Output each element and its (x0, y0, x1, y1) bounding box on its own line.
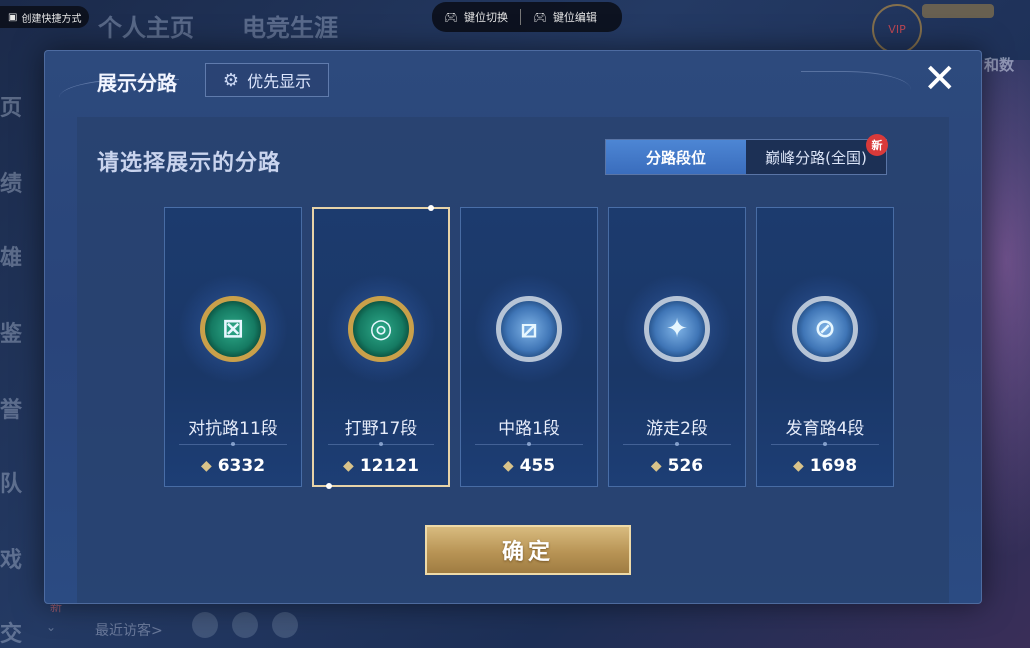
lane-score-value: 12121 (359, 456, 419, 476)
close-icon[interactable]: ✕ (923, 59, 957, 99)
lane-rank-label: 发育路4段 (785, 419, 865, 439)
key-switch-label: 键位切换 (463, 11, 508, 24)
bg-nav-item[interactable]: 誉 (0, 392, 22, 424)
lane-card-mid[interactable]: ⧄ 中路1段 ◆ 455 (460, 207, 598, 487)
lane-card-farm[interactable]: ⊘ 发育路4段 ◆ 1698 (756, 207, 894, 487)
tab-lane-rank[interactable]: 分路段位 (606, 140, 746, 174)
bg-right-text: 和数 (984, 56, 1015, 74)
lane-score: ◆ 1698 (757, 456, 893, 476)
points-icon: ◆ (502, 458, 514, 474)
emblem-glow: ⊘ (770, 274, 880, 384)
lane-cards: ⊠ 对抗路11段 ◆ 6332 ◎ 打野17段 ◆ 12121 ⧄ 中路1段 ◆… (164, 205, 894, 489)
shortcut-label: 创建快捷方式 (21, 13, 82, 25)
avatar[interactable] (232, 612, 258, 638)
top-lane-emblem-icon: ⊠ (200, 296, 266, 362)
divider (623, 442, 731, 446)
emblem-glow: ◎ (326, 274, 436, 384)
bg-tab-profile[interactable]: 个人主页 (98, 8, 194, 43)
bg-nav-item[interactable]: 戏 (0, 542, 22, 574)
bg-nav-item[interactable]: 队 (0, 466, 22, 498)
selection-corner (428, 205, 434, 211)
modal-subtitle: 请选择展示的分路 (97, 151, 282, 176)
emblem-glow: ✦ (622, 274, 732, 384)
decorative-swirl (801, 71, 911, 102)
divider (475, 442, 583, 446)
lane-card-jungle[interactable]: ◎ 打野17段 ◆ 12121 (312, 205, 450, 489)
points-icon: ◆ (200, 458, 212, 474)
points-icon: ◆ (650, 458, 662, 474)
chevron-down-icon: ⌄ (46, 620, 57, 634)
lane-rank-label: 打野17段 (344, 419, 418, 439)
avatar[interactable] (272, 612, 298, 638)
gear-icon: ⚙ (222, 69, 240, 91)
gamepad-icon: 🎮︎ (444, 10, 458, 24)
avatar[interactable] (192, 612, 218, 638)
tab-peak-lane[interactable]: 巅峰分路(全国) 新 (746, 134, 888, 174)
points-icon: ◆ (792, 458, 804, 474)
divider (771, 442, 879, 446)
bg-tab-esports[interactable]: 电竞生涯 (242, 8, 338, 43)
bg-nav-item[interactable]: 绩 (0, 166, 22, 198)
shortcut-icon: ▣ (8, 11, 18, 23)
lane-tab-group: 分路段位 巅峰分路(全国) 新 (605, 134, 888, 175)
divider (179, 442, 287, 446)
vip-label: VIP (888, 22, 906, 36)
display-lane-modal: 展示分路 ⚙ 优先显示 ✕ 请选择展示的分路 分路段位 巅峰分路(全国) 新 ⊠… (44, 50, 982, 604)
lane-card-roam[interactable]: ✦ 游走2段 ◆ 526 (608, 207, 746, 487)
emblem-glow: ⊠ (178, 274, 288, 384)
priority-display-label: 优先显示 (247, 72, 312, 91)
create-shortcut-button[interactable]: ▣ 创建快捷方式 (0, 6, 90, 28)
modal-title: 展示分路 (97, 71, 177, 95)
confirm-button[interactable]: 确定 (425, 525, 631, 575)
gamepad-icon: 🎮︎ (532, 10, 547, 24)
bg-nav-item[interactable]: 交 (0, 616, 22, 648)
priority-display-button[interactable]: ⚙ 优先显示 (205, 63, 329, 97)
new-badge: 新 (866, 134, 888, 156)
visitor-avatars (192, 612, 298, 638)
key-mapping-bar: 🎮︎ 键位切换 🎮︎ 键位编辑 (432, 2, 622, 32)
key-edit-label: 键位编辑 (552, 11, 597, 24)
roam-emblem-icon: ✦ (644, 296, 710, 362)
selection-corner (326, 483, 332, 489)
divider (328, 442, 434, 446)
bg-nav-item[interactable]: 页 (0, 90, 22, 122)
background-top-tabs: 个人主页 电竞生涯 (98, 8, 338, 43)
lane-score: ◆ 455 (461, 456, 597, 476)
lane-score-value: 1698 (809, 456, 858, 476)
key-edit-button[interactable]: 🎮︎ 键位编辑 (521, 9, 609, 25)
farm-lane-emblem-icon: ⊘ (792, 296, 858, 362)
bg-nav-item[interactable]: 鉴 (0, 316, 22, 348)
lane-score-value: 526 (667, 456, 704, 476)
lane-rank-label: 对抗路11段 (188, 419, 278, 439)
lane-rank-label: 中路1段 (498, 419, 560, 439)
lane-score: ◆ 526 (609, 456, 745, 476)
bg-nav-item[interactable]: 雄 (0, 240, 22, 272)
lane-score: ◆ 6332 (165, 456, 301, 476)
points-icon: ◆ (343, 458, 354, 474)
lane-score: ◆ 12121 (314, 456, 448, 476)
jungle-emblem-icon: ◎ (348, 296, 414, 362)
mid-lane-emblem-icon: ⧄ (496, 296, 562, 362)
lane-rank-label: 游走2段 (646, 419, 708, 439)
lane-score-value: 455 (519, 456, 556, 476)
key-switch-button[interactable]: 🎮︎ 键位切换 (432, 9, 520, 25)
recent-visitors-link[interactable]: 最近访客> (95, 620, 163, 640)
vip-badge[interactable]: VIP (872, 4, 922, 54)
top-right-banner (922, 4, 994, 18)
lane-score-value: 6332 (217, 456, 266, 476)
tab-peak-lane-label: 巅峰分路(全国) (765, 148, 867, 167)
lane-card-top[interactable]: ⊠ 对抗路11段 ◆ 6332 (164, 207, 302, 487)
emblem-glow: ⧄ (474, 274, 584, 384)
